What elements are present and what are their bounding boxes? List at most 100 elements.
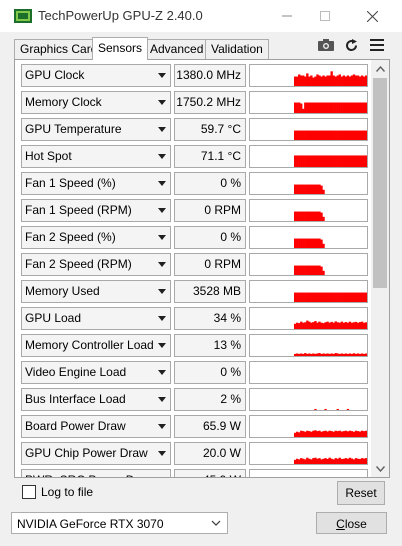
sensor-graph — [249, 172, 368, 195]
graph-bar — [304, 431, 307, 437]
log-to-file-checkbox[interactable] — [22, 485, 36, 499]
tab-advanced[interactable]: Advanced — [144, 39, 210, 59]
sensor-name-dropdown[interactable]: Fan 1 Speed (%) — [21, 172, 171, 195]
graph-bar — [354, 102, 358, 113]
sensor-name: GPU Temperature — [25, 122, 122, 136]
graph-bar — [342, 292, 345, 302]
graph-bar — [294, 184, 297, 194]
sensor-name: Video Engine Load — [25, 365, 127, 379]
graph-bar — [326, 292, 329, 302]
tab-graphics-card[interactable]: Graphics Card — [14, 39, 104, 59]
dropdown-arrow-icon — [158, 73, 166, 78]
sensor-row: Video Engine Load 0 % — [15, 361, 371, 384]
graph-bar — [328, 322, 331, 329]
sensor-name-dropdown[interactable]: Fan 2 Speed (RPM) — [21, 253, 171, 276]
chevron-down-icon — [375, 465, 385, 472]
graph-bar — [350, 155, 354, 167]
graph-bar — [346, 431, 350, 437]
graph-bar — [360, 430, 364, 437]
graph-bar — [320, 322, 323, 329]
sensor-name-dropdown[interactable]: Memory Controller Load — [21, 334, 171, 357]
sensor-name-dropdown[interactable]: Memory Used — [21, 280, 171, 303]
graph-bar — [324, 292, 327, 302]
reset-button[interactable]: Reset — [337, 481, 385, 505]
graph-bar — [304, 76, 307, 86]
graph-bar — [316, 130, 319, 140]
vertical-scrollbar[interactable] — [371, 60, 389, 477]
menu-button[interactable] — [367, 36, 387, 54]
graph-bar — [302, 211, 305, 221]
graph-bar — [294, 155, 297, 167]
sensor-name: Board Power Draw — [25, 419, 126, 433]
sensor-name-dropdown[interactable]: Memory Clock — [21, 91, 171, 114]
sensor-name-dropdown[interactable]: GPU Load — [21, 307, 171, 330]
tab-validation[interactable]: Validation — [205, 39, 269, 59]
graph-bar — [298, 265, 301, 275]
refresh-button[interactable] — [341, 36, 361, 54]
graph-bar — [314, 292, 317, 302]
log-to-file-option[interactable]: Log to file — [22, 485, 93, 499]
graph-bar — [296, 102, 299, 113]
close-window-button[interactable] — [349, 0, 395, 32]
graph-bar — [316, 322, 319, 329]
log-to-file-label: Log to file — [41, 485, 94, 499]
sensor-value-box: 20.0 W — [174, 442, 246, 465]
graph-bar — [332, 353, 335, 356]
sensor-value-box: 59.7 °C — [174, 118, 246, 141]
sensor-name-dropdown[interactable]: PWR_SRC Power Draw — [21, 469, 171, 477]
dropdown-arrow-icon — [158, 127, 166, 132]
sensor-name-dropdown[interactable]: Hot Spot — [21, 145, 171, 168]
sensor-name-dropdown[interactable]: Video Engine Load — [21, 361, 171, 384]
graph-bar — [352, 102, 356, 113]
graph-bar — [302, 108, 305, 113]
sensor-value: 0 % — [220, 365, 241, 379]
sensor-name-dropdown[interactable]: GPU Chip Power Draw — [21, 442, 171, 465]
graph-bar — [318, 75, 321, 86]
close-button[interactable]: Close — [316, 512, 387, 534]
sensor-value: 1750.2 MHz — [176, 95, 241, 109]
sensor-name-dropdown[interactable]: Board Power Draw — [21, 415, 171, 438]
graph-bar — [318, 211, 321, 221]
graph-bar — [336, 130, 339, 140]
tab-sensors[interactable]: Sensors — [92, 37, 149, 60]
sensor-name-dropdown[interactable]: Fan 1 Speed (RPM) — [21, 199, 171, 222]
graph-bar — [332, 292, 335, 302]
graph-bar — [304, 322, 307, 329]
dropdown-arrow-icon — [158, 262, 166, 267]
graph-bar — [356, 75, 360, 86]
sensor-name-dropdown[interactable]: Fan 2 Speed (%) — [21, 226, 171, 249]
graph-bar — [362, 76, 366, 86]
sensor-name-dropdown[interactable]: GPU Clock — [21, 64, 171, 87]
scroll-down-button[interactable] — [371, 460, 389, 477]
sensor-value-box: 45.9 W — [174, 469, 246, 477]
sensor-value-box: 0 % — [174, 172, 246, 195]
graph-bar — [300, 130, 303, 140]
graph-bar — [330, 458, 333, 464]
graph-bar — [308, 353, 311, 356]
graph-bar — [294, 238, 297, 248]
dropdown-arrow-icon — [158, 316, 166, 321]
maximize-button[interactable] — [302, 0, 348, 32]
graph-bar — [296, 184, 299, 194]
sensor-name-dropdown[interactable]: Bus Interface Load — [21, 388, 171, 411]
graph-bar — [352, 322, 356, 329]
graph-bar — [338, 292, 341, 302]
graph-bar — [322, 130, 325, 140]
screenshot-button[interactable] — [316, 36, 336, 54]
scroll-up-button[interactable] — [371, 60, 389, 77]
scrollbar-thumb[interactable] — [373, 78, 387, 288]
graph-bar — [340, 353, 343, 356]
graph-bar — [316, 353, 319, 356]
sensor-name: GPU Load — [25, 311, 82, 325]
graph-bar — [300, 353, 303, 356]
graph-bar — [330, 130, 333, 140]
gpu-selector[interactable]: NVIDIA GeForce RTX 3070 — [11, 512, 228, 534]
sensor-list[interactable]: GPU Clock 1380.0 MHz Memory Clock 1750.2 MH… — [15, 60, 371, 477]
graph-bar — [322, 75, 325, 86]
graph-bar — [326, 102, 329, 113]
graph-bar — [356, 431, 360, 437]
graph-bar — [302, 458, 305, 464]
graph-bar — [336, 408, 339, 410]
sensor-name-dropdown[interactable]: GPU Temperature — [21, 118, 171, 141]
graph-bar — [324, 458, 327, 464]
